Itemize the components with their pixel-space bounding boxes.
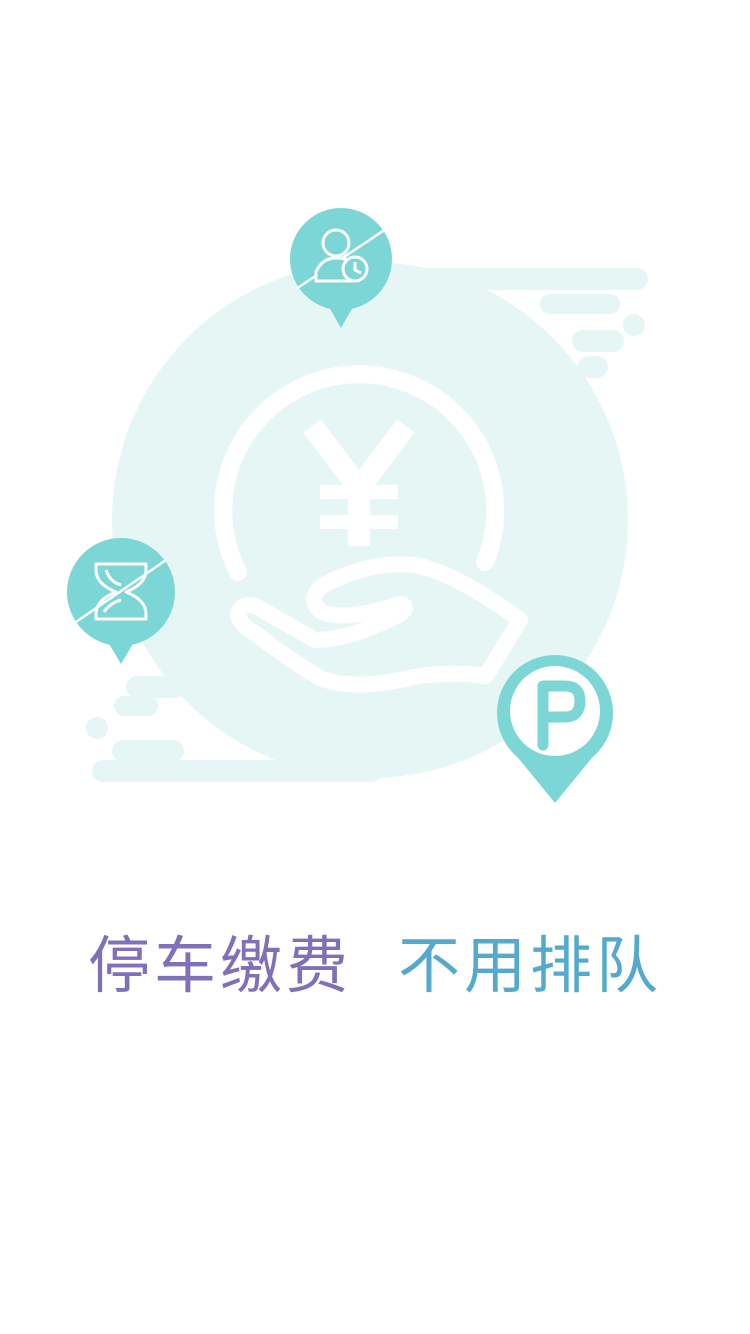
onboarding-illustration: [67, 208, 648, 803]
tagline-no-queue: 不用排队: [398, 929, 663, 1002]
tagline: 停车缴费 不用排队: [0, 930, 750, 1002]
tagline-parking-payment: 停车缴费: [87, 929, 352, 1002]
parking-pin: [497, 655, 613, 803]
